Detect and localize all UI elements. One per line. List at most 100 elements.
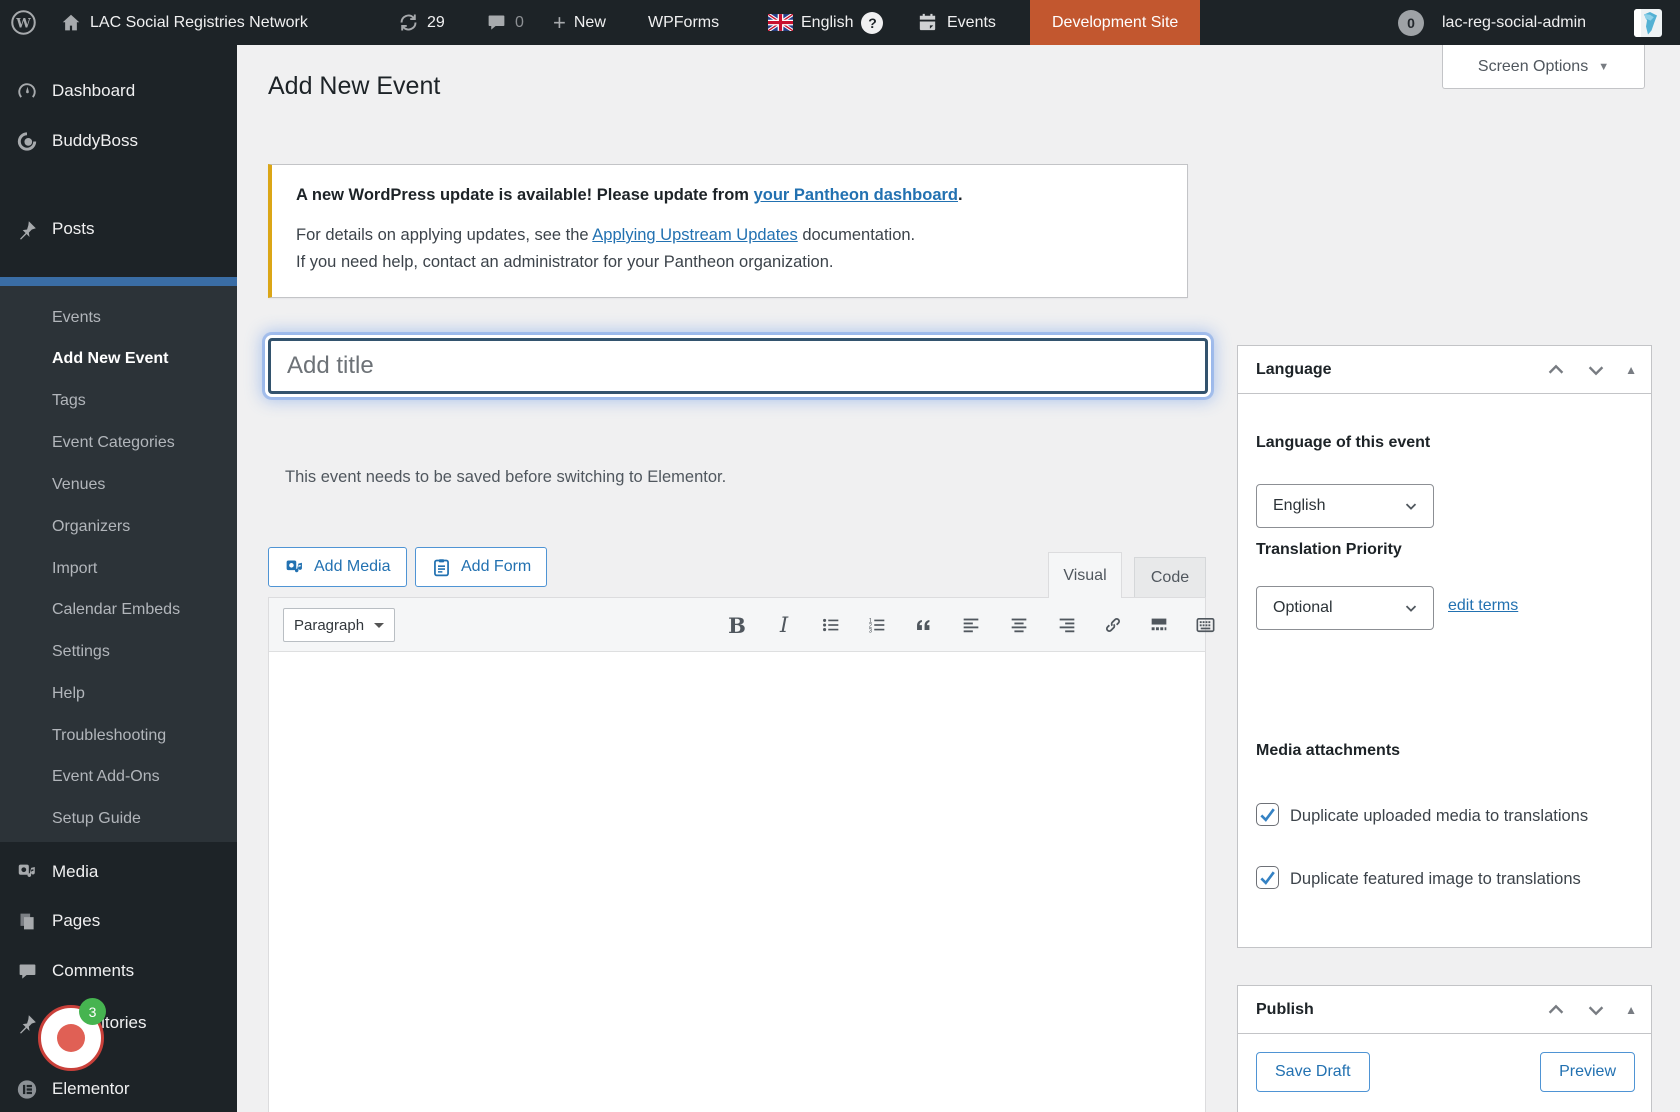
- updates-menu[interactable]: 29: [398, 0, 445, 45]
- submenu-event-categories[interactable]: Event Categories: [52, 429, 175, 457]
- avatar: [1634, 9, 1662, 37]
- sidebar-item-posts[interactable]: Posts: [0, 206, 237, 252]
- elementor-note: This event needs to be saved before swit…: [285, 468, 726, 487]
- wordpress-logo-icon[interactable]: W: [10, 0, 37, 45]
- paragraph-format-select[interactable]: Paragraph: [283, 608, 395, 642]
- checkbox-checked-icon[interactable]: [1256, 866, 1279, 889]
- preview-button[interactable]: Preview: [1540, 1052, 1635, 1092]
- align-right-button[interactable]: [1048, 607, 1086, 643]
- insert-link-button[interactable]: [1094, 607, 1132, 643]
- language-panel: Language ▲ Language of this event Englis…: [1237, 345, 1652, 948]
- sidebar-item-elementor[interactable]: Elementor: [0, 1066, 237, 1112]
- chevron-down-icon: [1402, 497, 1420, 515]
- tab-code[interactable]: Code: [1134, 557, 1206, 597]
- numbered-list-button[interactable]: 123: [858, 607, 896, 643]
- submenu-setup-guide[interactable]: Setup Guide: [52, 805, 141, 833]
- admin-sidebar: Dashboard BuddyBoss Posts Events Events …: [0, 45, 237, 1112]
- sidebar-item-pages[interactable]: Pages: [0, 898, 237, 944]
- environment-badge[interactable]: Development Site: [1030, 0, 1200, 45]
- edit-terms-link[interactable]: edit terms: [1448, 597, 1518, 615]
- svg-text:W: W: [15, 16, 31, 31]
- submenu-tags[interactable]: Tags: [52, 387, 86, 415]
- submenu-calendar-embeds[interactable]: Calendar Embeds: [52, 596, 180, 624]
- home-icon: [60, 12, 82, 34]
- sidebar-item-media[interactable]: Media: [0, 849, 237, 895]
- tab-visual[interactable]: Visual: [1048, 552, 1122, 598]
- recording-dot-icon: [57, 1024, 85, 1052]
- submenu-organizers[interactable]: Organizers: [52, 513, 130, 541]
- move-down-icon[interactable]: [1585, 999, 1607, 1021]
- blockquote-button[interactable]: [904, 607, 942, 643]
- submenu-troubleshooting[interactable]: Troubleshooting: [52, 722, 166, 750]
- chevron-down-icon: [374, 623, 384, 633]
- collapse-panel-icon[interactable]: ▲: [1625, 1003, 1637, 1017]
- calendar-icon: [916, 11, 939, 34]
- account-menu[interactable]: lac-reg-social-admin: [1442, 0, 1586, 45]
- pantheon-dashboard-link[interactable]: your Pantheon dashboard: [754, 186, 958, 204]
- plus-icon: +: [553, 13, 566, 33]
- move-up-icon[interactable]: [1545, 359, 1567, 381]
- align-center-button[interactable]: [1000, 607, 1038, 643]
- applying-upstream-updates-link[interactable]: Applying Upstream Updates: [592, 226, 797, 244]
- new-content-menu[interactable]: + New: [553, 0, 606, 45]
- sidebar-item-buddyboss[interactable]: BuddyBoss: [0, 118, 237, 164]
- align-left-icon: [960, 614, 982, 636]
- submenu-add-new-event[interactable]: Add New Event: [52, 345, 168, 373]
- event-title-input[interactable]: [268, 338, 1208, 394]
- comments-icon: [16, 960, 38, 982]
- language-select[interactable]: English: [1256, 484, 1434, 528]
- notification-count-menu[interactable]: 0: [1398, 0, 1424, 45]
- submenu-venues[interactable]: Venues: [52, 471, 105, 499]
- site-menu[interactable]: LAC Social Registries Network: [60, 0, 308, 45]
- duplicate-media-checkbox-row[interactable]: Duplicate uploaded media to translations: [1256, 801, 1626, 832]
- user-avatar[interactable]: [1634, 0, 1662, 45]
- media-icon: [16, 861, 38, 883]
- wpforms-menu[interactable]: WPForms: [648, 0, 719, 45]
- italic-button[interactable]: I: [765, 607, 803, 643]
- publish-panel-header[interactable]: Publish ▲: [1238, 986, 1651, 1034]
- add-media-button[interactable]: Add Media: [268, 547, 407, 587]
- keyboard-icon: [1194, 614, 1217, 637]
- events-adminbar-menu[interactable]: Events: [916, 0, 996, 45]
- add-form-button[interactable]: Add Form: [415, 547, 547, 587]
- add-form-icon: [431, 557, 452, 578]
- submenu-events[interactable]: Events: [52, 304, 101, 332]
- notice-line-1: A new WordPress update is available! Ple…: [296, 182, 1163, 209]
- duplicate-featured-checkbox-row[interactable]: Duplicate featured image to translations: [1256, 864, 1626, 895]
- submenu-settings[interactable]: Settings: [52, 638, 110, 666]
- priority-field-label: Translation Priority: [1256, 541, 1402, 559]
- language-panel-header[interactable]: Language ▲: [1238, 346, 1651, 394]
- submenu-help[interactable]: Help: [52, 680, 85, 708]
- save-draft-button[interactable]: Save Draft: [1256, 1052, 1370, 1092]
- bulleted-list-button[interactable]: [812, 607, 850, 643]
- sidebar-item-repositories[interactable]: Repositories: [0, 1000, 237, 1046]
- submenu-event-add-ons[interactable]: Event Add-Ons: [52, 763, 160, 791]
- buddyboss-icon: [16, 130, 38, 152]
- add-media-icon: [284, 557, 305, 578]
- checkbox-checked-icon[interactable]: [1256, 803, 1279, 826]
- move-up-icon[interactable]: [1545, 999, 1567, 1021]
- sidebar-item-dashboard[interactable]: Dashboard: [0, 68, 237, 114]
- translation-priority-select[interactable]: Optional: [1256, 586, 1434, 630]
- svg-text:3: 3: [869, 628, 873, 634]
- align-center-icon: [1008, 614, 1030, 636]
- wordpress-logo-icon: W: [10, 9, 37, 36]
- move-down-icon[interactable]: [1585, 359, 1607, 381]
- language-field-label: Language of this event: [1256, 434, 1430, 452]
- sidebar-item-comments[interactable]: Comments: [0, 948, 237, 994]
- comments-menu[interactable]: 0: [486, 0, 524, 45]
- toolbar-toggle-button[interactable]: [1186, 607, 1224, 643]
- collapse-panel-icon[interactable]: ▲: [1625, 363, 1637, 377]
- submenu-import[interactable]: Import: [52, 555, 97, 583]
- bold-button[interactable]: B: [718, 607, 756, 643]
- align-left-button[interactable]: [952, 607, 990, 643]
- read-more-tag-button[interactable]: [1140, 607, 1178, 643]
- chevron-down-icon: ▼: [1598, 61, 1609, 73]
- language-label: English: [801, 14, 853, 32]
- uk-flag-icon: [768, 14, 793, 31]
- align-right-icon: [1056, 614, 1078, 636]
- language-switcher-menu[interactable]: English ?: [768, 0, 883, 45]
- notification-count: 0: [1398, 10, 1424, 36]
- screen-options-button[interactable]: Screen Options ▼: [1442, 45, 1645, 89]
- editor-content-area[interactable]: [269, 653, 1205, 1112]
